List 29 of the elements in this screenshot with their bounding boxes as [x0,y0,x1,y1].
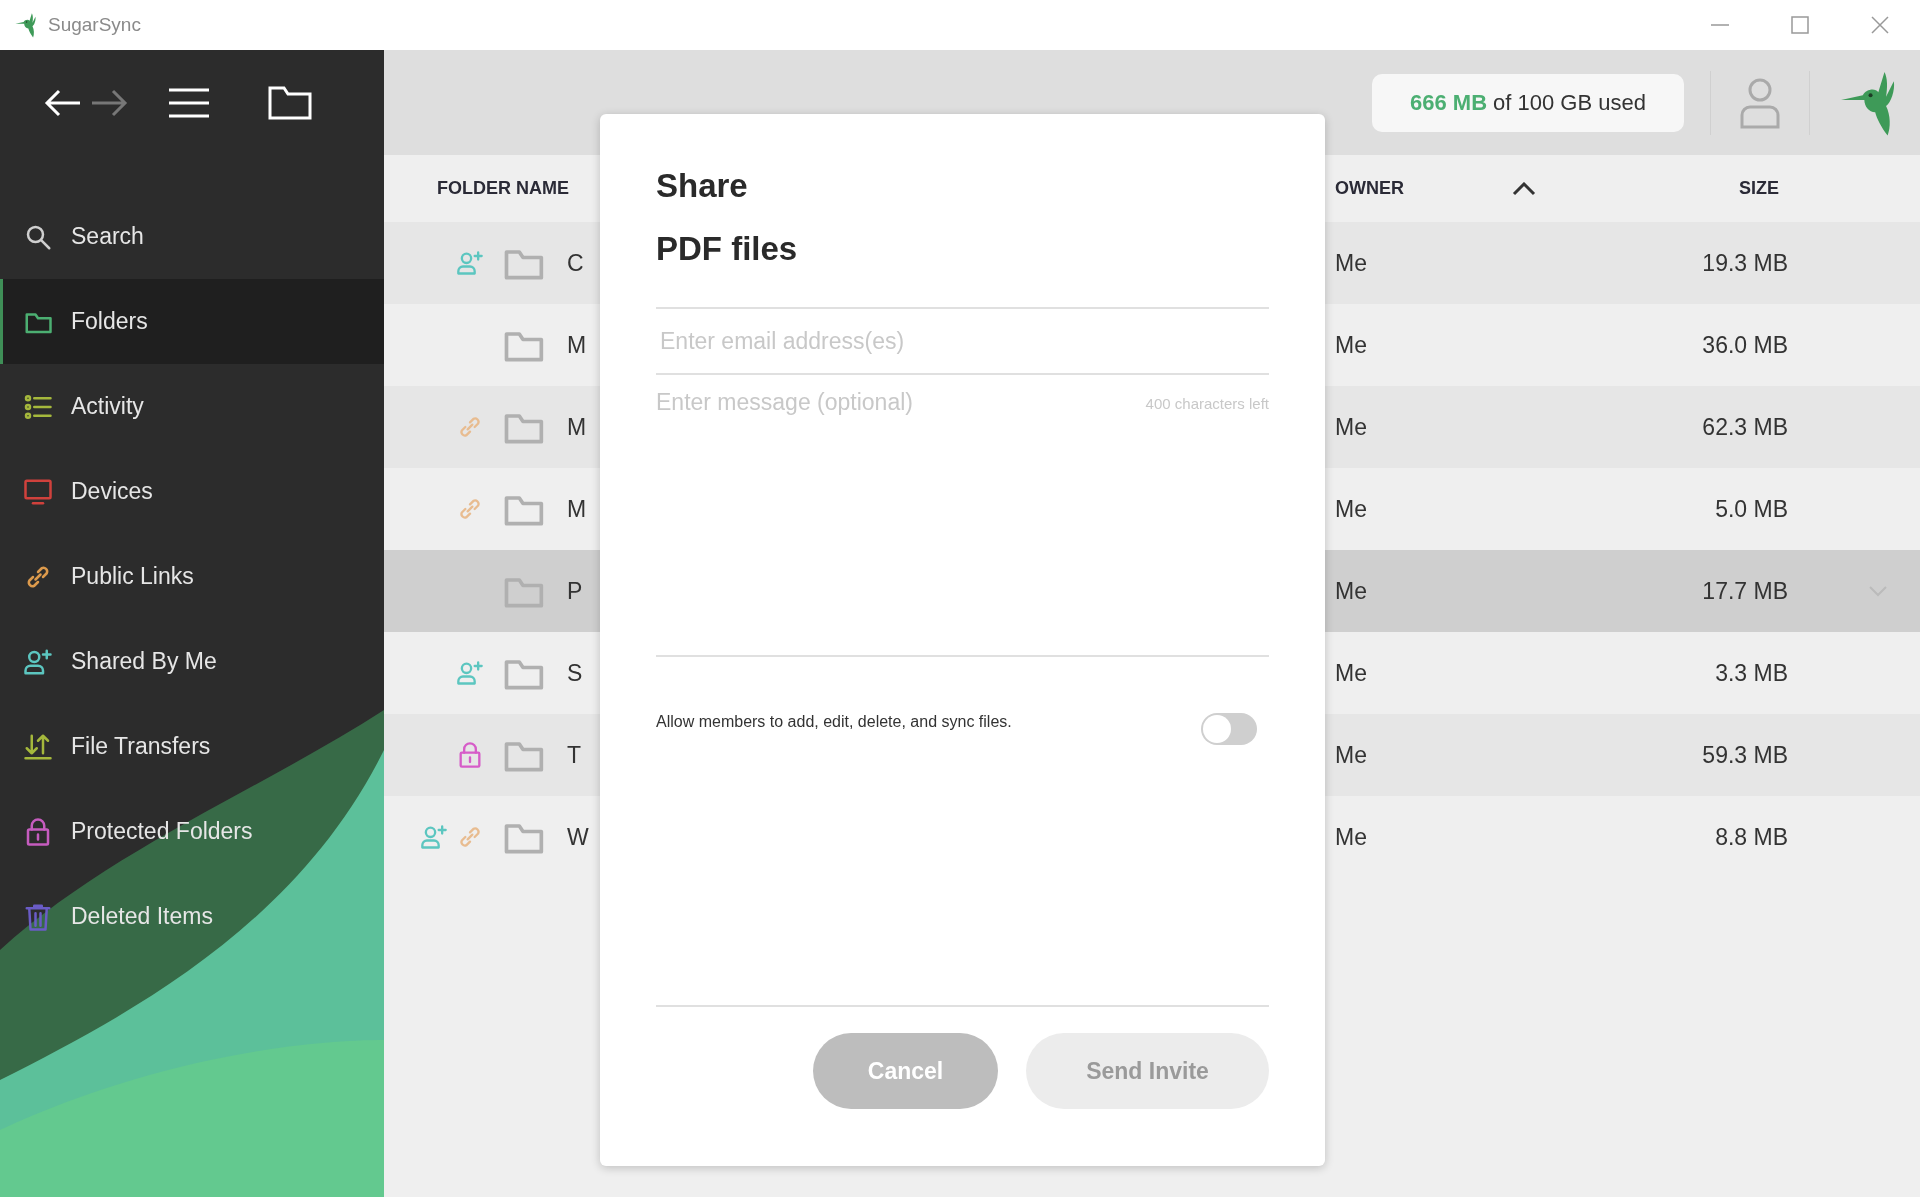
owner-cell: Me [1335,331,1367,358]
folder-name: T [567,741,582,768]
owner-cell: Me [1335,413,1367,440]
size-cell: 36.0 MB [1702,331,1788,358]
folder-name: P [567,577,583,604]
permission-label: Allow members to add, edit, delete, and sync files. [656,713,1012,731]
size-cell: 62.3 MB [1702,413,1788,440]
folder-name: W [567,823,589,850]
size-cell: 3.3 MB [1715,659,1788,686]
window-title: SugarSync [48,14,141,36]
folder-name: S [567,659,583,686]
folder-name: M [567,495,587,522]
owner-cell: Me [1335,741,1367,768]
owner-cell: Me [1335,249,1367,276]
size-cell: 5.0 MB [1715,495,1788,522]
owner-cell: Me [1335,659,1367,686]
size-cell: 17.7 MB [1702,577,1788,604]
owner-cell: Me [1335,823,1367,850]
owner-cell: Me [1335,495,1367,522]
size-cell: 59.3 MB [1702,741,1788,768]
folder-name: M [567,413,587,440]
dialog-subtitle: PDF files [656,228,799,269]
storage-usage-label: 666 MB of 100 GB used [1372,73,1684,132]
dialog-title: Share [656,165,749,206]
owner-cell: Me [1335,577,1367,604]
size-cell: 19.3 MB [1702,249,1788,276]
folder-name: M [567,331,587,358]
size-cell: 8.8 MB [1715,823,1788,850]
folder-name: C [567,249,584,276]
